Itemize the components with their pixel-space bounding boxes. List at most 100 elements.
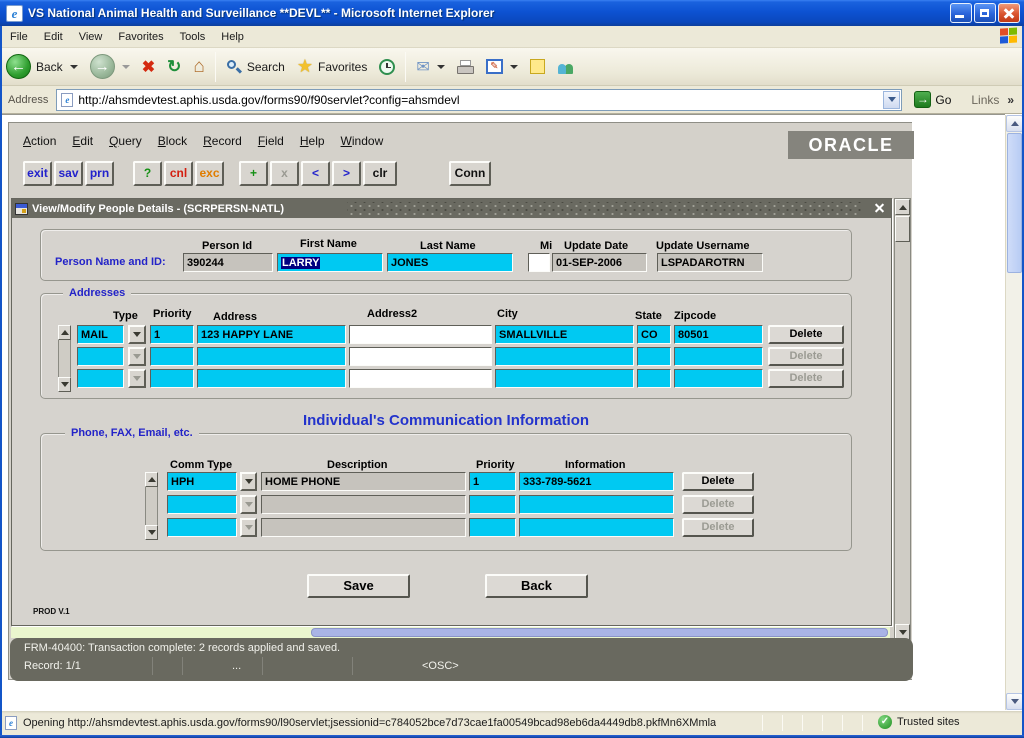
address2-field[interactable]	[349, 325, 492, 344]
address-priority-field[interactable]: 1	[150, 325, 194, 344]
address2-field[interactable]	[349, 347, 492, 366]
forms-menu-action[interactable]: Action	[15, 132, 64, 150]
people-details-titlebar[interactable]: View/Modify People Details - (SCRPERSN-N…	[12, 199, 891, 218]
update-date-field[interactable]: 01-SEP-2006	[552, 253, 647, 272]
conn-toolbar-button[interactable]: Conn	[449, 161, 491, 186]
zipcode-field[interactable]	[674, 347, 763, 366]
forms-menu-record[interactable]: Record	[195, 132, 250, 150]
cancel-toolbar-button[interactable]: cnl	[164, 161, 193, 186]
menu-view[interactable]: View	[73, 28, 113, 46]
comm-type-field[interactable]	[167, 518, 237, 537]
insert-record-button[interactable]: +	[239, 161, 268, 186]
edit-dropdown-icon[interactable]	[510, 65, 518, 69]
forms-menu-help[interactable]: Help	[292, 132, 333, 150]
addresses-scrollbar[interactable]	[58, 325, 71, 392]
next-record-button[interactable]: >	[332, 161, 361, 186]
address-type-dropdown-button[interactable]	[128, 347, 146, 366]
minimize-button[interactable]	[950, 3, 972, 23]
address-type-field[interactable]	[77, 347, 124, 366]
state-field[interactable]: CO	[637, 325, 671, 344]
menu-tools[interactable]: Tools	[174, 28, 216, 46]
address-dropdown-button[interactable]	[883, 91, 900, 109]
comm-priority-field[interactable]	[469, 495, 516, 514]
comm-delete-button[interactable]: Delete	[682, 472, 754, 491]
previous-record-button[interactable]: <	[301, 161, 330, 186]
search-button[interactable]: Search	[220, 51, 291, 83]
comm-information-field[interactable]	[519, 518, 674, 537]
favorites-button[interactable]: ★ Favorites	[291, 51, 374, 83]
address-type-field[interactable]: MAIL	[77, 325, 124, 344]
mail-button[interactable]: ✉	[410, 51, 450, 83]
menu-edit[interactable]: Edit	[38, 28, 73, 46]
browser-scrollbar[interactable]	[1005, 115, 1022, 710]
exit-button[interactable]: exit	[23, 161, 52, 186]
city-field[interactable]	[495, 369, 634, 388]
clear-toolbar-button[interactable]: clr	[363, 161, 397, 186]
applet-scrollbar[interactable]	[894, 198, 911, 641]
forms-menu-query[interactable]: Query	[101, 132, 150, 150]
edit-button[interactable]: ✎	[480, 51, 524, 83]
city-field[interactable]	[495, 347, 634, 366]
zipcode-field[interactable]: 80501	[674, 325, 763, 344]
applet-scroll-thumb[interactable]	[895, 216, 910, 242]
links-chevron-icon[interactable]: »	[1007, 93, 1014, 107]
browser-scroll-down-icon[interactable]	[1006, 693, 1023, 710]
addresses-scroll-down-icon[interactable]	[58, 377, 71, 392]
comm-type-dropdown-button[interactable]	[240, 472, 257, 491]
city-field[interactable]: SMALLVILLE	[495, 325, 634, 344]
address-input[interactable]: e http://ahsmdevtest.aphis.usda.gov/form…	[56, 89, 902, 111]
address-type-dropdown-button[interactable]	[128, 369, 146, 388]
links-bar[interactable]: Links »	[971, 93, 1014, 107]
home-button[interactable]: ⌂	[187, 51, 210, 83]
forward-dropdown-icon[interactable]	[122, 65, 130, 69]
address-field[interactable]: 123 HAPPY LANE	[197, 325, 346, 344]
save-button[interactable]: Save	[307, 574, 410, 598]
first-name-field[interactable]: LARRY	[277, 253, 383, 272]
address-priority-field[interactable]	[150, 347, 194, 366]
address-type-field[interactable]	[77, 369, 124, 388]
print-button[interactable]	[451, 51, 480, 83]
menu-favorites[interactable]: Favorites	[112, 28, 173, 46]
forms-menu-edit[interactable]: Edit	[64, 132, 101, 150]
address2-field[interactable]	[349, 369, 492, 388]
remove-record-button[interactable]: x	[270, 161, 299, 186]
last-name-field[interactable]: JONES	[387, 253, 513, 272]
form-close-icon[interactable]	[873, 202, 886, 215]
browser-scroll-up-icon[interactable]	[1006, 115, 1023, 132]
state-field[interactable]	[637, 347, 671, 366]
update-username-field[interactable]: LSPADAROTRN	[657, 253, 763, 272]
browser-scroll-thumb[interactable]	[1007, 133, 1022, 273]
save-toolbar-button[interactable]: sav	[54, 161, 83, 186]
discuss-button[interactable]	[524, 51, 551, 83]
zipcode-field[interactable]	[674, 369, 763, 388]
close-button[interactable]	[998, 3, 1020, 23]
history-button[interactable]	[373, 51, 401, 83]
address-field[interactable]	[197, 347, 346, 366]
horizontal-scroll-thumb[interactable]	[311, 628, 888, 637]
address-delete-button[interactable]: Delete	[768, 325, 844, 344]
mail-dropdown-icon[interactable]	[437, 65, 445, 69]
comm-description-field[interactable]: HOME PHONE	[261, 472, 466, 491]
forms-menu-block[interactable]: Block	[150, 132, 195, 150]
comm-information-field[interactable]: 333-789-5621	[519, 472, 674, 491]
comm-description-field[interactable]	[261, 518, 466, 537]
address-priority-field[interactable]	[150, 369, 194, 388]
go-button[interactable]: → Go	[910, 90, 955, 109]
comm-type-field[interactable]	[167, 495, 237, 514]
help-toolbar-button[interactable]: ?	[133, 161, 162, 186]
menu-help[interactable]: Help	[215, 28, 254, 46]
communication-scroll-up-icon[interactable]	[145, 472, 158, 487]
stop-button[interactable]: ✖	[136, 51, 161, 83]
comm-priority-field[interactable]	[469, 518, 516, 537]
forward-button[interactable]: →	[84, 51, 136, 83]
back-button[interactable]: ← Back	[0, 51, 84, 83]
address-field[interactable]	[197, 369, 346, 388]
communication-scrollbar[interactable]	[145, 472, 158, 540]
mi-field[interactable]	[528, 253, 550, 272]
comm-type-dropdown-button[interactable]	[240, 518, 257, 537]
restore-button[interactable]	[974, 3, 996, 23]
state-field[interactable]	[637, 369, 671, 388]
addresses-scroll-up-icon[interactable]	[58, 325, 71, 340]
refresh-button[interactable]: ↻	[161, 51, 187, 83]
forms-menu-field[interactable]: Field	[250, 132, 292, 150]
